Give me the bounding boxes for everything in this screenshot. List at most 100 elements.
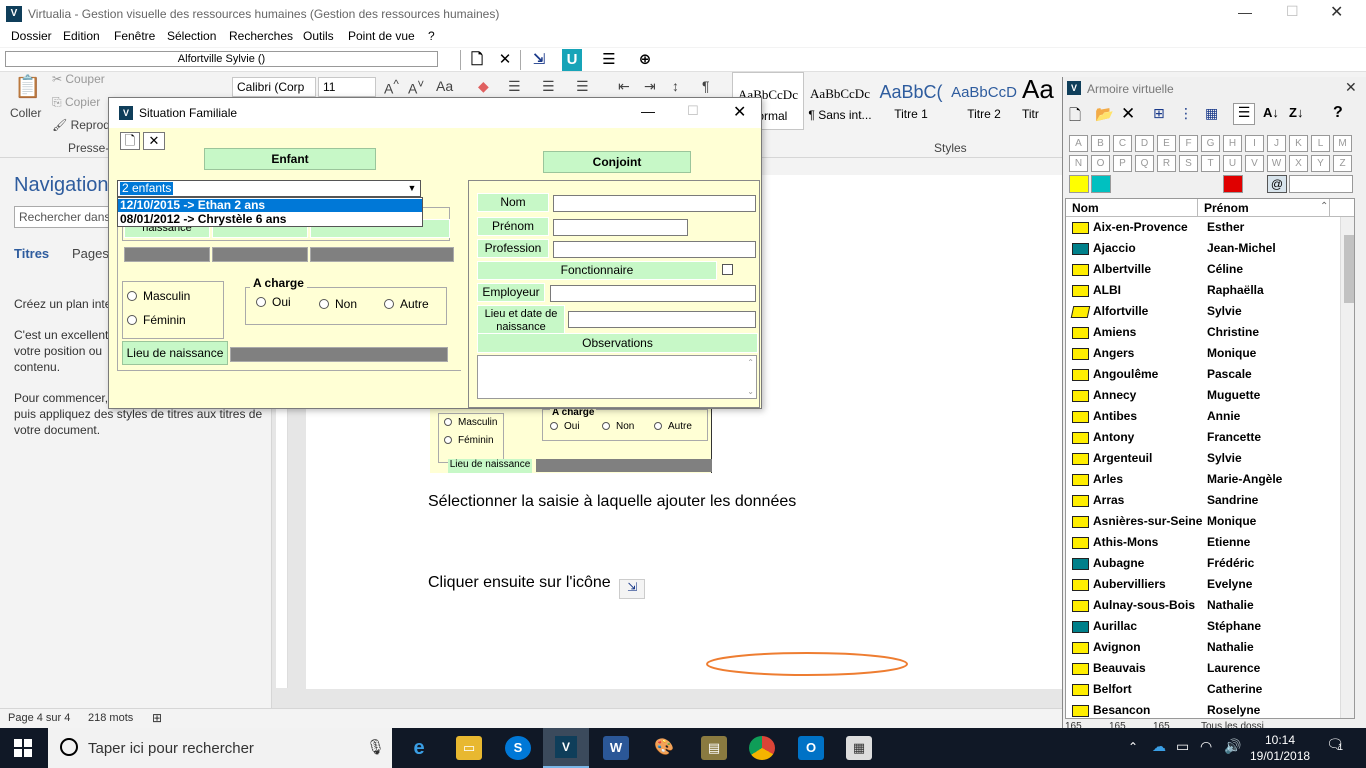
help-icon[interactable]: ? (1333, 104, 1343, 122)
list-item[interactable]: Athis-Mons Etienne (1066, 532, 1342, 553)
alphabet-letter-button[interactable]: J (1267, 135, 1286, 152)
alphabet-letter-button[interactable]: X (1289, 155, 1308, 172)
enfant-field-3[interactable] (310, 247, 454, 262)
volume-icon[interactable]: 🔊 (1224, 738, 1241, 755)
radio-autre[interactable]: Autre (384, 297, 429, 311)
color-filter-yellow[interactable] (1069, 175, 1089, 193)
menu-help[interactable]: ? (428, 29, 435, 43)
clock[interactable]: 10:14 19/01/2018 (1250, 732, 1310, 764)
tab-conjoint[interactable]: Conjoint (543, 151, 691, 173)
style-titre[interactable]: Aa Titr (1022, 72, 1062, 130)
new-document-icon[interactable]: 🗋 (466, 49, 488, 71)
list-view-icon[interactable]: ☰ (1233, 103, 1255, 125)
alphabet-letter-button[interactable]: W (1267, 155, 1286, 172)
style-titre-2[interactable]: AaBbCcD Titre 2 (950, 72, 1018, 130)
list-item[interactable]: Aix-en-Provence Esther (1066, 217, 1342, 238)
alphabet-letter-button[interactable]: Y (1311, 155, 1330, 172)
alphabet-letter-button[interactable]: S (1179, 155, 1198, 172)
wifi-icon[interactable]: ◠ (1200, 738, 1212, 755)
sort-za-icon[interactable]: Z↓ (1289, 105, 1303, 120)
dialog-minimize-button[interactable]: — (641, 103, 655, 119)
chrome-icon[interactable] (749, 736, 775, 760)
tree-view-icon[interactable]: ⊞ (1153, 105, 1165, 122)
radio-oui[interactable]: Oui (256, 295, 291, 309)
skype-icon[interactable]: S (505, 736, 531, 760)
select-entry-icon[interactable]: ⇲ (528, 49, 550, 71)
notifications-icon[interactable]: 🗨 1 (1324, 736, 1346, 758)
list-view-icon[interactable]: ☰ (598, 49, 620, 71)
list-item[interactable]: Albertville Céline (1066, 259, 1342, 280)
prenom-field[interactable] (553, 219, 688, 236)
list-item[interactable]: Annecy Muguette (1066, 385, 1342, 406)
list-item[interactable]: ALBI Raphaëlla (1066, 280, 1342, 301)
list-item[interactable]: Besancon Roselyne (1066, 700, 1342, 718)
dialog-close-button[interactable]: ✕ (733, 102, 746, 122)
list-item[interactable]: Antibes Annie (1066, 406, 1342, 427)
filter-input[interactable] (1289, 175, 1353, 193)
hierarchy-icon[interactable]: ⋮ (1179, 105, 1193, 122)
alphabet-letter-button[interactable]: T (1201, 155, 1220, 172)
radio-non[interactable]: Non (319, 297, 357, 311)
microphone-icon[interactable]: 🎙 (366, 738, 385, 756)
list-item[interactable]: Aubagne Frédéric (1066, 553, 1342, 574)
font-name-box[interactable]: Calibri (Corp (232, 77, 316, 97)
delete-icon[interactable]: ✕ (1121, 104, 1135, 124)
list-item[interactable]: Argenteuil Sylvie (1066, 448, 1342, 469)
pilcrow-icon[interactable]: ¶ (702, 78, 710, 94)
list-item[interactable]: Aubervilliers Evelyne (1066, 574, 1342, 595)
alphabet-letter-button[interactable]: F (1179, 135, 1198, 152)
menu-recherches[interactable]: Recherches (229, 29, 293, 43)
color-filter-red[interactable] (1223, 175, 1243, 193)
dialog-maximize-button[interactable]: ☐ (687, 103, 699, 119)
naissance-field[interactable] (124, 247, 210, 262)
file-explorer-icon[interactable]: ▭ (456, 736, 482, 760)
enfants-combo[interactable]: 2 enfants ▼ (117, 180, 421, 197)
fonctionnaire-checkbox[interactable] (722, 264, 733, 275)
list-item[interactable]: Ajaccio Jean-Michel (1066, 238, 1342, 259)
change-case-icon[interactable]: Aa (436, 78, 453, 94)
minimize-button[interactable]: — (1238, 4, 1252, 20)
scroll-up-icon[interactable]: ⌃ (747, 358, 754, 367)
style-sans-interligne[interactable]: AaBbCcDc ¶ Sans int... (806, 72, 874, 130)
increase-indent-icon[interactable]: ⇥ (644, 78, 656, 95)
alphabet-letter-button[interactable]: I (1245, 135, 1264, 152)
grid-view-icon[interactable]: ▦ (1205, 105, 1218, 122)
col-nom-header[interactable]: Nom (1066, 199, 1198, 217)
multilevel-list-icon[interactable]: ☰ (576, 78, 589, 95)
archive-icon[interactable]: ▤ (701, 736, 727, 760)
alphabet-letter-button[interactable]: O (1091, 155, 1110, 172)
alphabet-letter-button[interactable]: K (1289, 135, 1308, 152)
paste-button[interactable]: Coller (10, 106, 41, 120)
list-item[interactable]: Aulnay-sous-Bois Nathalie (1066, 595, 1342, 616)
taskbar-search-box[interactable]: Taper ici pour rechercher 🎙 (48, 728, 392, 768)
close-button[interactable]: ✕ (1330, 2, 1343, 22)
outlook-icon[interactable]: O (798, 736, 824, 760)
scrollbar-thumb[interactable] (1344, 235, 1354, 303)
virtualia-taskbar-button[interactable]: V (543, 728, 589, 768)
menu-outils[interactable]: Outils (303, 29, 334, 43)
delete-icon[interactable]: ✕ (494, 49, 516, 71)
alphabet-letter-button[interactable]: P (1113, 155, 1132, 172)
list-item[interactable]: Beauvais Laurence (1066, 658, 1342, 679)
bookmark-icon[interactable]: U (562, 49, 582, 71)
font-size-box[interactable]: 11 (318, 77, 376, 97)
open-folder-icon[interactable]: 📂 (1095, 105, 1114, 123)
menu-dossier[interactable]: Dossier (11, 29, 52, 43)
numbering-icon[interactable]: ☰ (542, 78, 555, 95)
new-document-icon[interactable]: 🗋 (1069, 105, 1081, 130)
col-prenom-header[interactable]: Prénom (1198, 199, 1330, 217)
navigation-search-input[interactable]: Rechercher dans (14, 206, 110, 228)
onedrive-icon[interactable]: ☁ (1152, 738, 1166, 755)
tab-titres[interactable]: Titres (14, 246, 49, 261)
alphabet-letter-button[interactable]: R (1157, 155, 1176, 172)
menu-point-de-vue[interactable]: Point de vue (348, 29, 415, 43)
sort-az-icon[interactable]: A↓ (1263, 105, 1279, 120)
alphabet-letter-button[interactable]: Q (1135, 155, 1154, 172)
list-item[interactable]: Avignon Nathalie (1066, 637, 1342, 658)
dialog-new-icon[interactable]: 🗋 (120, 132, 140, 150)
alphabet-letter-button[interactable]: B (1091, 135, 1110, 152)
list-item[interactable]: Antony Francette (1066, 427, 1342, 448)
chevron-up-icon[interactable]: ⌃ (1128, 740, 1138, 754)
chevron-up-icon[interactable]: ⌃ (1320, 201, 1328, 212)
grow-font-icon[interactable]: A^ (384, 78, 399, 97)
